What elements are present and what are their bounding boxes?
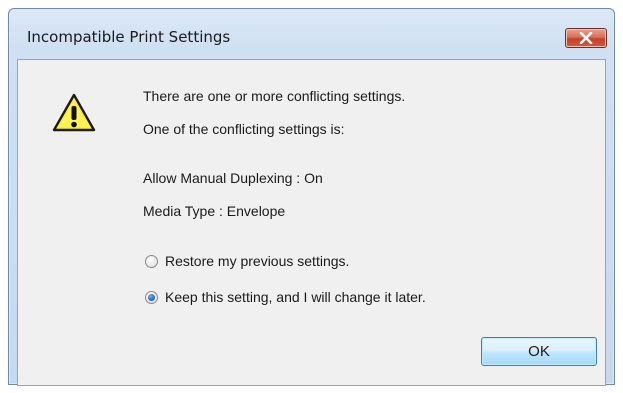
conflict-setting-duplexing: Allow Manual Duplexing : On (143, 170, 323, 186)
close-button[interactable] (565, 28, 607, 48)
warning-icon (52, 93, 96, 132)
keep-option-label[interactable]: Keep this setting, and I will change it … (165, 289, 426, 305)
keep-radio-button[interactable] (145, 290, 158, 304)
restore-settings-option[interactable]: Restore my previous settings. (145, 252, 349, 270)
conflict-setting-media-type: Media Type : Envelope (143, 203, 286, 219)
dialog-content: There are one or more conflicting settin… (17, 59, 606, 386)
restore-option-label[interactable]: Restore my previous settings. (165, 253, 349, 269)
ok-button[interactable]: OK (481, 337, 597, 366)
message-line-1: There are one or more conflicting settin… (143, 88, 406, 104)
restore-radio-button[interactable] (145, 254, 158, 268)
keep-setting-option[interactable]: Keep this setting, and I will change it … (145, 288, 426, 306)
dialog-window: Incompatible Print Settings There are on… (8, 8, 615, 386)
message-line-2: One of the conflicting settings is: (143, 121, 345, 137)
close-icon (579, 32, 593, 44)
title-bar[interactable]: Incompatible Print Settings (9, 9, 614, 59)
window-title: Incompatible Print Settings (27, 28, 231, 46)
